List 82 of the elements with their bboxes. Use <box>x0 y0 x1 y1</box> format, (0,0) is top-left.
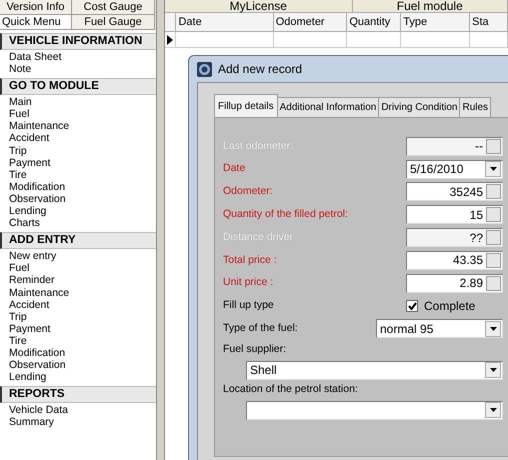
menu-item[interactable]: Reminder <box>0 274 156 286</box>
menu-item[interactable]: Note <box>0 63 156 76</box>
menu-item[interactable]: Observation <box>0 192 156 206</box>
row-pointer-icon <box>167 34 173 44</box>
dropdown[interactable]: Shell <box>246 360 503 380</box>
column-header[interactable]: Odometer <box>274 13 348 31</box>
menu-item[interactable]: Fuel <box>0 262 156 274</box>
splitter[interactable] <box>157 0 165 460</box>
menu-item[interactable]: New entry <box>0 250 156 262</box>
input-field[interactable]: 15 <box>406 205 503 224</box>
menu-item[interactable]: Lending <box>0 205 156 218</box>
section-header[interactable]: REPORTS <box>0 386 156 404</box>
field-label: Location of the petrol station: <box>223 382 359 398</box>
menu-item[interactable]: Accident <box>0 132 156 145</box>
menu-item[interactable]: Tire <box>0 168 156 181</box>
caret-icon <box>490 368 496 372</box>
input-field[interactable]: 43.35 <box>406 250 503 270</box>
spin-button[interactable] <box>486 207 501 222</box>
section-header[interactable]: GO TO MODULE <box>0 78 156 96</box>
menu-item[interactable]: Accident <box>0 298 156 311</box>
column-header[interactable]: Type <box>401 13 470 31</box>
field-label: Unit price : <box>223 275 274 290</box>
field-label: Fuel supplier: <box>223 342 288 358</box>
menu-item[interactable]: Summary <box>0 416 156 428</box>
menu-item[interactable]: Maintenance <box>0 286 156 299</box>
panel-tab[interactable]: Quick Menu <box>0 15 72 30</box>
dropdown[interactable]: normal 95 <box>376 319 503 338</box>
checkbox[interactable] <box>406 300 418 312</box>
menu-item[interactable]: Payment <box>0 322 156 335</box>
section-header[interactable]: VEHICLE INFORMATION <box>0 33 156 50</box>
menu-item[interactable]: Main <box>0 96 156 108</box>
dropdown-button[interactable] <box>485 320 501 337</box>
menu-item[interactable]: Charts <box>0 217 156 230</box>
input-field[interactable]: 2.89 <box>406 274 503 293</box>
menu-item[interactable]: Fuel <box>0 108 156 120</box>
column-header[interactable]: Sta <box>470 13 508 31</box>
menu-item[interactable]: Lending <box>0 371 156 384</box>
field-label: Fill up type <box>223 298 275 314</box>
menu-item[interactable]: Modification <box>0 346 156 360</box>
date-picker[interactable]: 5/16/2010 <box>406 160 503 179</box>
band-header: Fuel module <box>352 0 508 12</box>
menu-item[interactable]: Payment <box>0 156 156 169</box>
spin-button[interactable] <box>486 276 501 291</box>
caret-icon <box>490 326 496 331</box>
menu-item[interactable]: Observation <box>0 359 156 372</box>
app-icon <box>197 62 212 76</box>
window-title: Add new record <box>218 61 302 78</box>
spin-button[interactable] <box>486 184 501 200</box>
panel-tab[interactable]: Cost Gauge <box>72 0 155 15</box>
tab[interactable]: Rules <box>459 97 492 117</box>
menu-item[interactable]: Tire <box>0 334 156 347</box>
menu-item[interactable]: Trip <box>0 144 156 157</box>
dropdown-button[interactable] <box>485 362 501 378</box>
column-header[interactable]: Date <box>176 13 274 31</box>
dropdown-button[interactable] <box>485 161 501 178</box>
dropdown-button[interactable] <box>485 402 501 418</box>
spin-button[interactable] <box>486 138 501 154</box>
field-label: Total price : <box>223 252 278 268</box>
menu-item[interactable]: Maintenance <box>0 120 156 132</box>
spin-button[interactable] <box>486 230 501 246</box>
field-label: Date <box>223 161 246 176</box>
menu-item[interactable]: Trip <box>0 310 156 323</box>
caret-icon <box>490 167 496 172</box>
menu-item[interactable]: Data Sheet <box>0 51 156 64</box>
band-header: MyLicense <box>165 0 353 12</box>
section-header[interactable]: ADD ENTRY <box>0 232 156 250</box>
menu-item[interactable]: Vehicle Data <box>0 404 156 416</box>
checkbox-label: Complete <box>424 298 476 315</box>
dropdown[interactable] <box>246 400 503 420</box>
field-label: Quantity of the filled petrol: <box>223 206 349 222</box>
spin-button[interactable] <box>486 252 501 268</box>
panel-tab[interactable]: Fuel Gauge <box>72 15 155 30</box>
panel-tab[interactable]: Version Info <box>0 0 72 15</box>
menu-item[interactable]: Modification <box>0 180 156 193</box>
field-label: Type of the fuel: <box>223 320 299 336</box>
tab[interactable]: Driving Condition <box>378 97 460 117</box>
caret-icon <box>490 408 496 412</box>
tab[interactable]: Fillup details <box>214 94 278 117</box>
input-field[interactable]: 35245 <box>406 182 503 202</box>
tab[interactable]: Additional Information <box>276 97 380 117</box>
field-label: Odometer: <box>223 184 274 200</box>
column-header[interactable]: Quantity <box>347 13 402 31</box>
